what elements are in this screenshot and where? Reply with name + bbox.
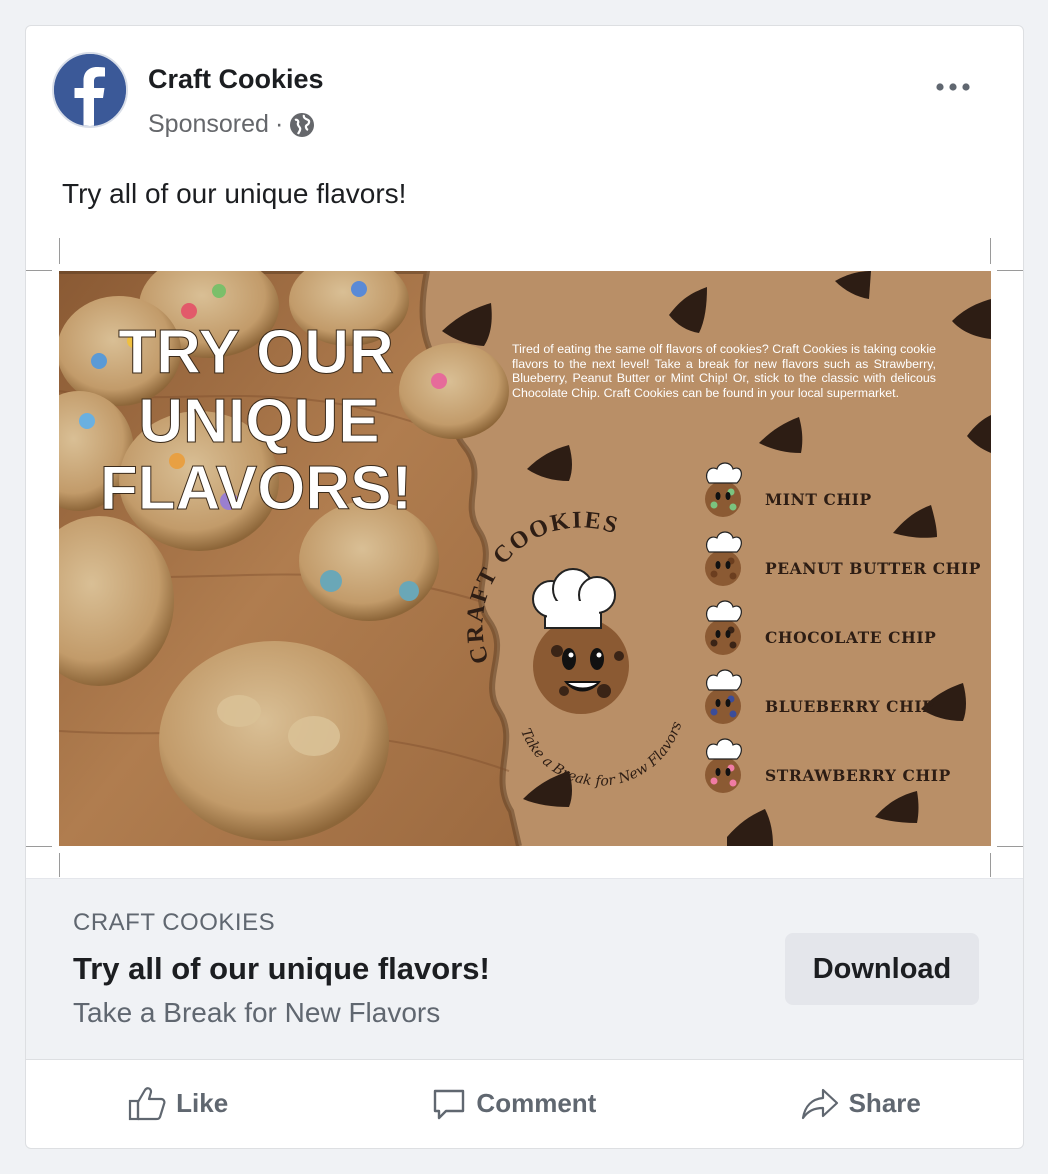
cta-description: Take a Break for New Flavors (73, 997, 441, 1028)
share-label: Share (848, 1088, 921, 1118)
page-name[interactable]: Craft Cookies (148, 64, 324, 95)
crop-mark (59, 853, 60, 877)
like-button[interactable]: Like (128, 1086, 228, 1122)
facebook-logo-icon (54, 54, 126, 126)
crop-mark (997, 846, 1023, 847)
flavor-label: PEANUT BUTTER CHIP (765, 559, 981, 578)
cta-headline[interactable]: Try all of our unique flavors! (73, 951, 490, 987)
crop-mark (990, 238, 991, 264)
mascot-eye (715, 699, 721, 707)
flavor-label: CHOCOLATE CHIP (765, 628, 936, 647)
flavor-chip-dot (710, 639, 718, 647)
creative-headline-line: UNIQUE (138, 387, 379, 456)
mini-cookie-icon (705, 688, 741, 724)
mascot-eye (725, 630, 731, 638)
globe-icon (290, 112, 315, 137)
sponsored-label[interactable]: Sponsored (148, 110, 269, 139)
mascot-eye (725, 492, 731, 500)
comment-button[interactable]: Comment (432, 1087, 596, 1121)
crop-mark (26, 270, 52, 271)
flavor-chip-dot (729, 779, 737, 787)
flavor-chip-dot (729, 710, 737, 718)
mascot-eye (725, 768, 731, 776)
flavor-chip-dot (710, 501, 718, 509)
more-options-button[interactable] (933, 72, 973, 102)
flavor-chip-dot (729, 572, 737, 580)
flavor-chip-dot (710, 777, 718, 785)
creative-blurb: Tired of eating the same olf flavors of … (512, 342, 936, 400)
crop-mark (59, 238, 60, 264)
more-dots-icon (936, 83, 970, 91)
cta-section[interactable]: CRAFT COOKIES Try all of our unique flav… (26, 878, 1023, 1060)
mini-cookie-icon (705, 550, 741, 586)
comment-label: Comment (476, 1088, 597, 1118)
creative-headline-line: TRY OUR (118, 318, 394, 387)
flavor-label: MINT CHIP (765, 490, 872, 509)
mascot-logo (532, 568, 629, 714)
flavor-chip-dot (710, 570, 718, 578)
creative-headline-line: FLAVORS! (100, 454, 412, 523)
flavor-label: STRAWBERRY CHIP (765, 766, 951, 785)
crop-mark (26, 846, 52, 847)
share-arrow-icon (801, 1088, 838, 1119)
flavor-chip-dot (710, 708, 718, 716)
mascot-eye (725, 561, 731, 569)
post-header: Craft Cookies Sponsored · (26, 26, 1023, 166)
crop-mark (990, 853, 991, 877)
page-avatar[interactable] (52, 52, 128, 128)
post-actions-bar: Like Comment Share (26, 1059, 1023, 1148)
post-text: Try all of our unique flavors! (62, 178, 407, 209)
comment-icon (434, 1089, 465, 1119)
mascot-eye (715, 630, 721, 638)
sponsored-line: Sponsored · (148, 110, 315, 139)
mascot-eye (715, 492, 721, 500)
separator-dot: · (274, 110, 284, 138)
mini-cookie-icon (705, 619, 741, 655)
ad-creative-image[interactable]: CRAFT COOKIES Take a Break for New Flavo… (59, 271, 991, 846)
download-button[interactable]: Download (785, 933, 979, 1005)
crop-mark (997, 270, 1023, 271)
mini-cookie-icon (705, 481, 741, 517)
share-button[interactable]: Share (801, 1087, 921, 1121)
mascot-eye (725, 699, 731, 707)
flavor-label: BLUEBERRY CHIP (765, 697, 934, 716)
mascot-eye (715, 768, 721, 776)
flavor-chip-dot (729, 641, 737, 649)
thumbs-up-icon (129, 1086, 166, 1120)
cta-domain: CRAFT COOKIES (73, 909, 276, 936)
ad-post-card: Craft Cookies Sponsored · Try all of our… (25, 25, 1024, 1149)
mini-cookie-icon (705, 757, 741, 793)
mascot-eye (715, 561, 721, 569)
flavor-chip-dot (729, 503, 737, 511)
like-label: Like (176, 1088, 229, 1118)
